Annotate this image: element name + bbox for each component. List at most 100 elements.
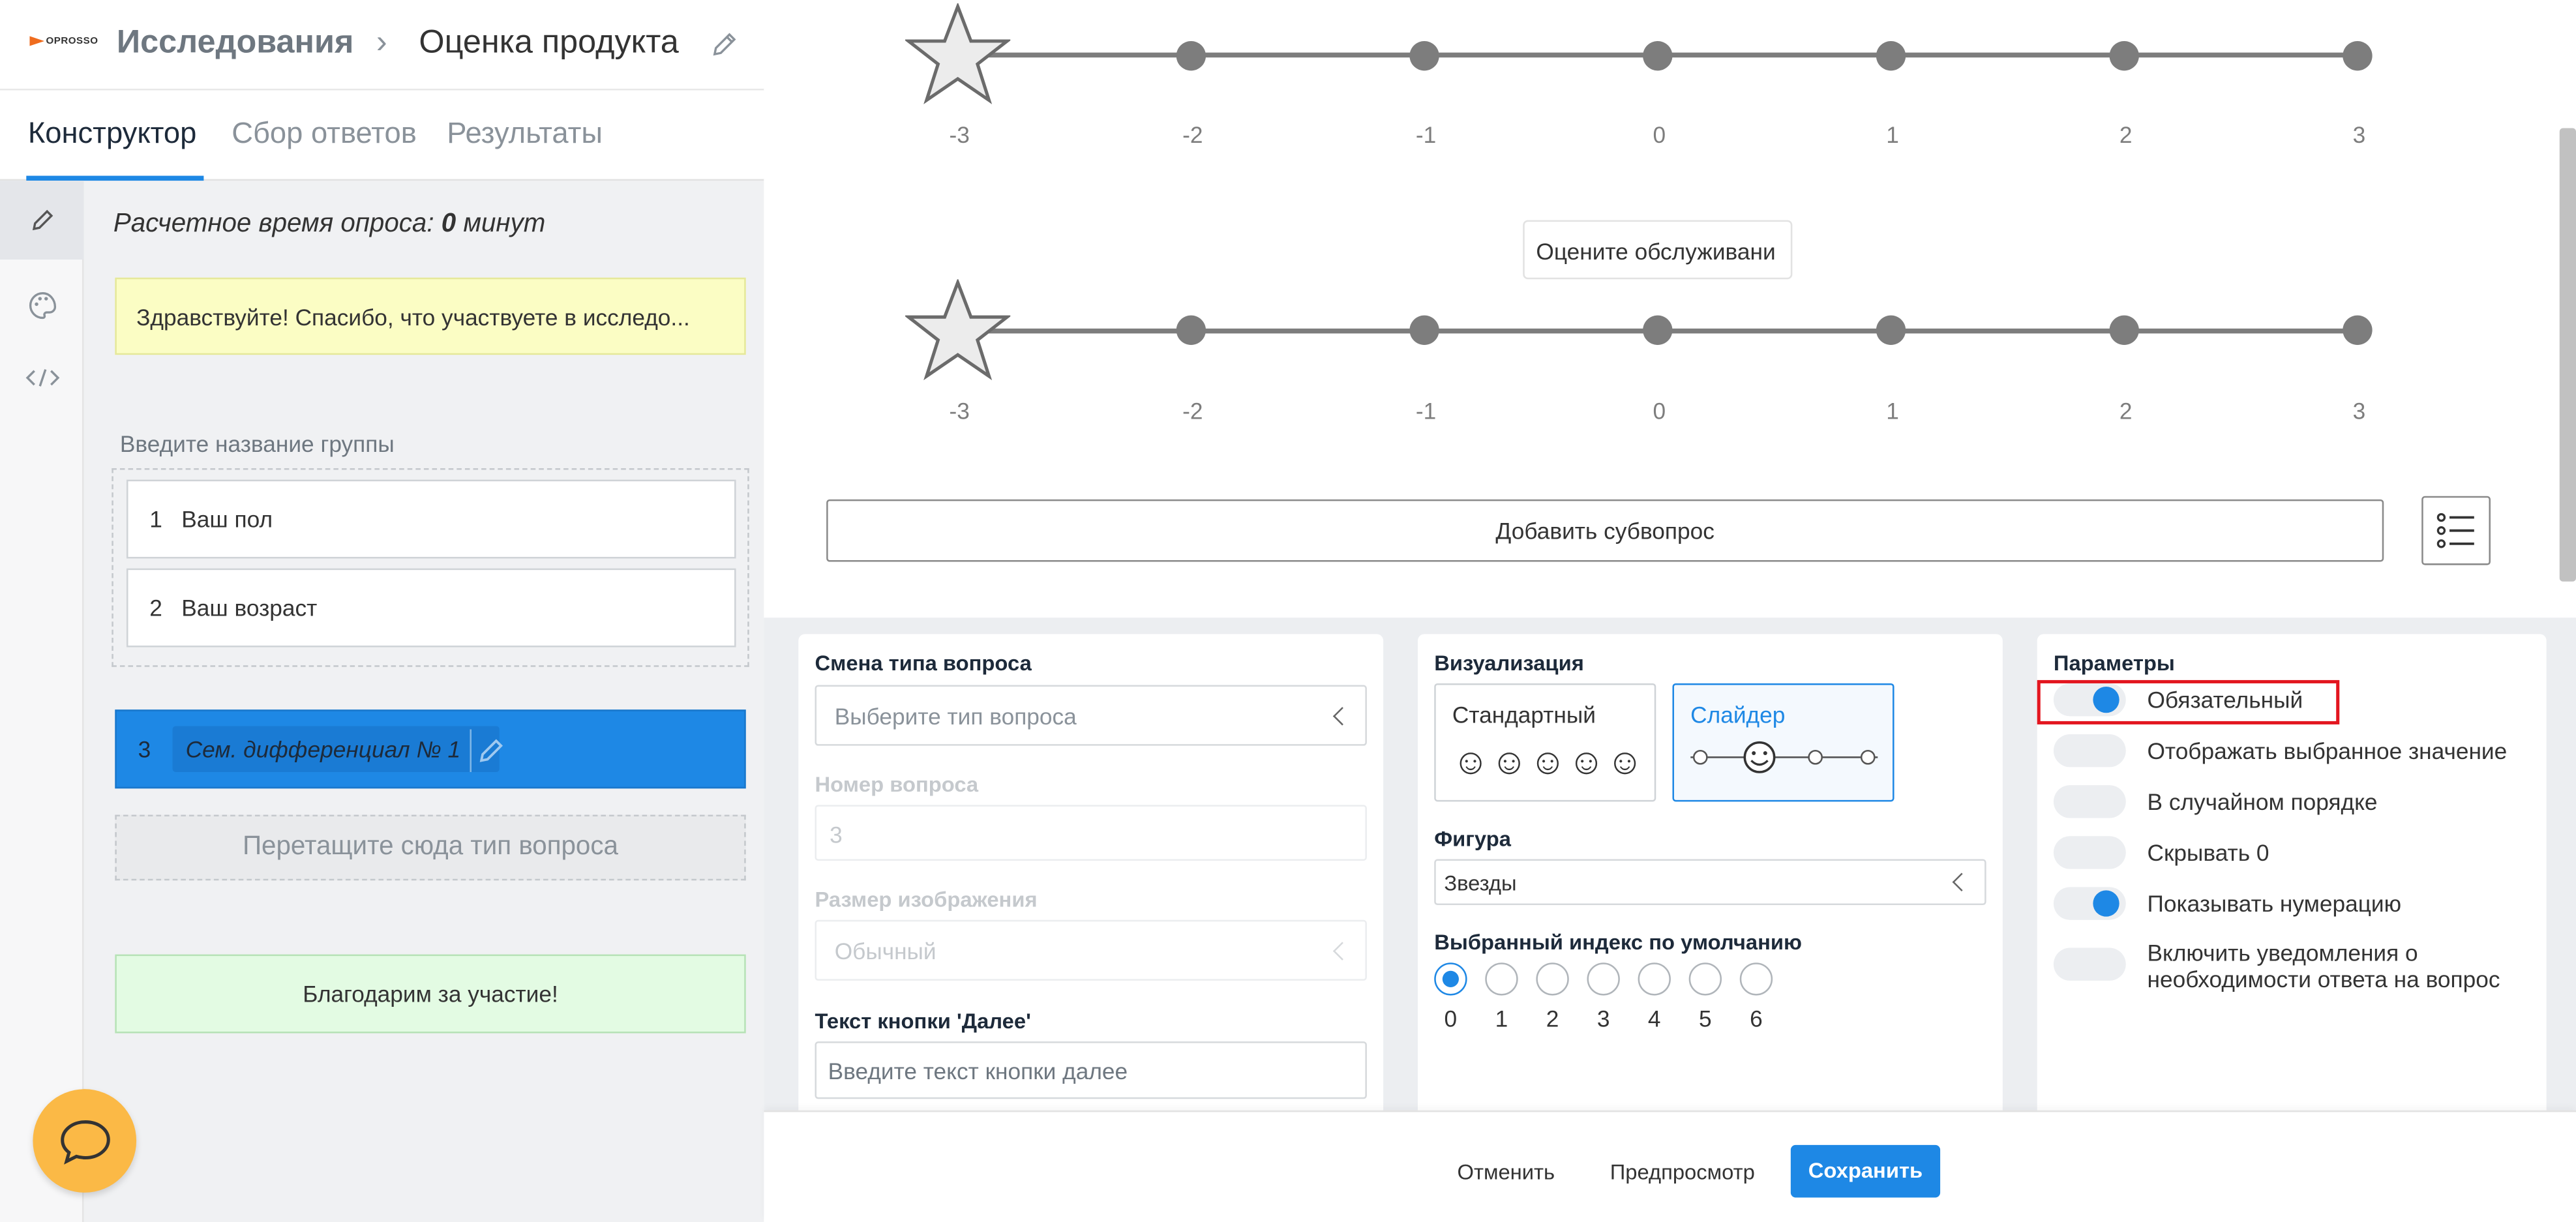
scale-dot[interactable] bbox=[1643, 315, 1673, 346]
question-item[interactable]: 1 Ваш пол bbox=[126, 479, 736, 559]
bulk-list-button[interactable] bbox=[2421, 496, 2491, 565]
estimated-time-value: 0 bbox=[441, 210, 457, 239]
tab-results[interactable]: Результаты bbox=[447, 117, 603, 151]
image-size-select: Обычный bbox=[815, 919, 1367, 981]
question-number: 1 bbox=[149, 505, 162, 533]
edit-question-button[interactable] bbox=[470, 729, 509, 772]
active-tab-underline bbox=[26, 175, 204, 181]
default-index-label: Выбранный индекс по умолчанию bbox=[1434, 929, 1802, 955]
left-panel: OPROSSO Исследования › Оценка продукта К… bbox=[0, 0, 764, 1222]
chevron-left-icon bbox=[1332, 941, 1352, 960]
toggle-show-numbering[interactable] bbox=[2053, 887, 2126, 920]
question-title: Ваш пол bbox=[181, 505, 273, 533]
index-radio-5[interactable] bbox=[1688, 962, 1722, 996]
breadcrumb-root[interactable]: Исследования bbox=[117, 25, 354, 63]
toggle-hide-zero[interactable] bbox=[2053, 836, 2126, 869]
add-subquestion-button[interactable]: Добавить субвопрос bbox=[826, 499, 2384, 562]
scale-tick: -2 bbox=[1182, 397, 1203, 424]
welcome-block[interactable]: Здравствуйте! Спасибо, что участвуете в … bbox=[115, 277, 746, 355]
scale-dot[interactable] bbox=[1176, 40, 1206, 71]
scale-dot[interactable] bbox=[2109, 315, 2139, 346]
question-preview: -3 -2 -1 0 1 2 3 Оцените обслуживани -3 … bbox=[764, 0, 2549, 618]
image-size-label: Размер изображения bbox=[815, 887, 1038, 912]
palette-icon bbox=[28, 291, 55, 320]
cancel-button[interactable]: Отменить bbox=[1457, 1160, 1555, 1185]
scale-tick: 1 bbox=[1886, 397, 1899, 424]
scale-dot[interactable] bbox=[1409, 315, 1439, 346]
question-number-input: 3 bbox=[815, 805, 1367, 861]
scale-dot[interactable] bbox=[1876, 40, 1906, 71]
chat-bubble-icon bbox=[59, 1119, 110, 1164]
pencil-icon bbox=[31, 209, 53, 231]
save-button[interactable]: Сохранить bbox=[1790, 1144, 1941, 1198]
scale-dot[interactable] bbox=[1409, 40, 1439, 71]
subquestion-label[interactable]: Оцените обслуживани bbox=[1523, 220, 1793, 280]
toggle-random-order[interactable] bbox=[2053, 785, 2126, 818]
right-panel: -3 -2 -1 0 1 2 3 Оцените обслуживани -3 … bbox=[764, 0, 2576, 1222]
select-placeholder: Выберите тип вопроса bbox=[834, 703, 1077, 730]
tab-constructor[interactable]: Конструктор bbox=[28, 117, 197, 151]
index-radio-3[interactable] bbox=[1587, 962, 1620, 996]
list-icon bbox=[2436, 513, 2474, 548]
scale-tick: 3 bbox=[2352, 397, 2366, 424]
scale-dot[interactable] bbox=[2109, 40, 2139, 71]
tool-rail bbox=[0, 181, 84, 1222]
chat-button[interactable] bbox=[33, 1089, 137, 1193]
index-number: 0 bbox=[1444, 1005, 1458, 1032]
logo[interactable]: OPROSSO bbox=[29, 36, 98, 47]
question-number: 2 bbox=[149, 594, 162, 621]
group-name-placeholder[interactable]: Введите название группы bbox=[120, 430, 395, 456]
next-button-text-input[interactable]: Введите текст кнопки далее bbox=[815, 1041, 1367, 1099]
scale-tick: -3 bbox=[949, 121, 970, 148]
slider-preview-icon bbox=[1690, 741, 1878, 773]
scale-tick: 2 bbox=[2119, 397, 2133, 424]
question-type-select[interactable]: Выберите тип вопроса bbox=[815, 685, 1367, 746]
index-radio-4[interactable] bbox=[1638, 962, 1671, 996]
figure-select[interactable]: Звезды bbox=[1434, 859, 1986, 906]
vis-option-label: Слайдер bbox=[1690, 701, 1786, 728]
scale-tick: -1 bbox=[1415, 121, 1437, 148]
chevron-left-icon bbox=[1952, 872, 1971, 892]
vis-standard-option[interactable]: Стандартный ☺☺☺☺☺ bbox=[1434, 683, 1656, 802]
question-number-label: Номер вопроса bbox=[815, 771, 979, 797]
tab-responses[interactable]: Сбор ответов bbox=[232, 117, 417, 151]
visualization-card: Визуализация Стандартный ☺☺☺☺☺ Слайдер Ф… bbox=[1418, 634, 2003, 1127]
preview-button[interactable]: Предпросмотр bbox=[1610, 1160, 1755, 1185]
scale-dot[interactable] bbox=[2343, 315, 2373, 346]
scale-tick: 3 bbox=[2352, 121, 2366, 148]
scrollbar-thumb[interactable] bbox=[2559, 128, 2576, 582]
question-item[interactable]: 2 Ваш возраст bbox=[126, 568, 736, 648]
index-number: 6 bbox=[1750, 1005, 1763, 1032]
input-placeholder: Введите текст кнопки далее bbox=[828, 1058, 1128, 1084]
toggle-label: В случайном порядке bbox=[2147, 788, 2378, 815]
scale-tick: 0 bbox=[1653, 397, 1666, 424]
index-number: 4 bbox=[1647, 1005, 1661, 1032]
thanks-block[interactable]: Благодарим за участие! bbox=[115, 954, 746, 1034]
star-icon[interactable] bbox=[905, 279, 1011, 381]
selected-question[interactable]: 3 Сем. дифференциал № 1 bbox=[115, 709, 746, 789]
rail-design[interactable] bbox=[0, 266, 83, 345]
chevron-left-icon bbox=[1332, 706, 1352, 725]
index-radio-6[interactable] bbox=[1739, 962, 1773, 996]
page-title: Оценка продукта bbox=[419, 24, 679, 61]
logo-mark-icon bbox=[29, 36, 45, 46]
toggle-show-selected-value[interactable] bbox=[2053, 734, 2126, 767]
scale-dot[interactable] bbox=[1643, 40, 1673, 71]
drop-zone[interactable]: Перетащите сюда тип вопроса bbox=[115, 814, 746, 881]
index-radio-2[interactable] bbox=[1536, 962, 1569, 996]
vis-slider-option[interactable]: Слайдер bbox=[1672, 683, 1895, 802]
scale-dot[interactable] bbox=[2343, 40, 2373, 71]
rail-edit[interactable] bbox=[0, 181, 84, 260]
toggle-answer-notifications[interactable] bbox=[2053, 947, 2126, 981]
smiley-icons: ☺☺☺☺☺ bbox=[1452, 741, 1645, 782]
edit-title-pencil-icon[interactable] bbox=[710, 29, 739, 59]
index-radio-0[interactable] bbox=[1434, 962, 1467, 996]
rail-code[interactable] bbox=[0, 338, 83, 417]
star-icon[interactable] bbox=[905, 3, 1011, 105]
scale-dot[interactable] bbox=[1876, 315, 1906, 346]
preview-scrollbar[interactable] bbox=[2553, 0, 2576, 618]
index-radio-1[interactable] bbox=[1485, 962, 1518, 996]
scale-dot[interactable] bbox=[1176, 315, 1206, 346]
question-number-value: 3 bbox=[830, 821, 843, 848]
action-footer: Отменить Предпросмотр Сохранить bbox=[764, 1110, 2576, 1222]
